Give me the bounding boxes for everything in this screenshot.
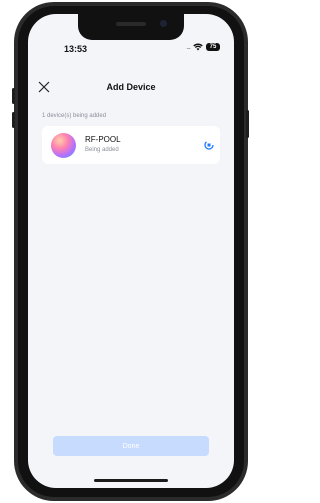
notch: [78, 14, 184, 40]
done-button[interactable]: Done: [53, 436, 209, 456]
speaker-grille: [116, 22, 146, 26]
signal-icon: ....: [186, 43, 191, 51]
phone-screen: 13:53 .... 75 Add Device 1 device(s) bei…: [28, 14, 234, 488]
battery-icon: 75: [206, 43, 220, 51]
loading-spinner-icon: [204, 140, 214, 150]
device-gradient-avatar: [51, 133, 76, 158]
status-time: 13:53: [64, 44, 88, 54]
home-indicator: [94, 479, 168, 482]
device-card[interactable]: RF-POOL Being added: [42, 126, 220, 164]
power-button: [246, 110, 249, 138]
volume-down-button: [12, 112, 15, 128]
status-icons: .... 75: [186, 42, 220, 52]
volume-up-button: [12, 88, 15, 104]
page-title: Add Device: [106, 82, 156, 92]
front-camera: [160, 20, 167, 27]
device-name: RF-POOL: [85, 135, 121, 144]
devices-count-label: 1 device(s) being added: [42, 113, 107, 119]
wifi-icon: [193, 43, 203, 51]
device-status: Being added: [85, 147, 119, 153]
